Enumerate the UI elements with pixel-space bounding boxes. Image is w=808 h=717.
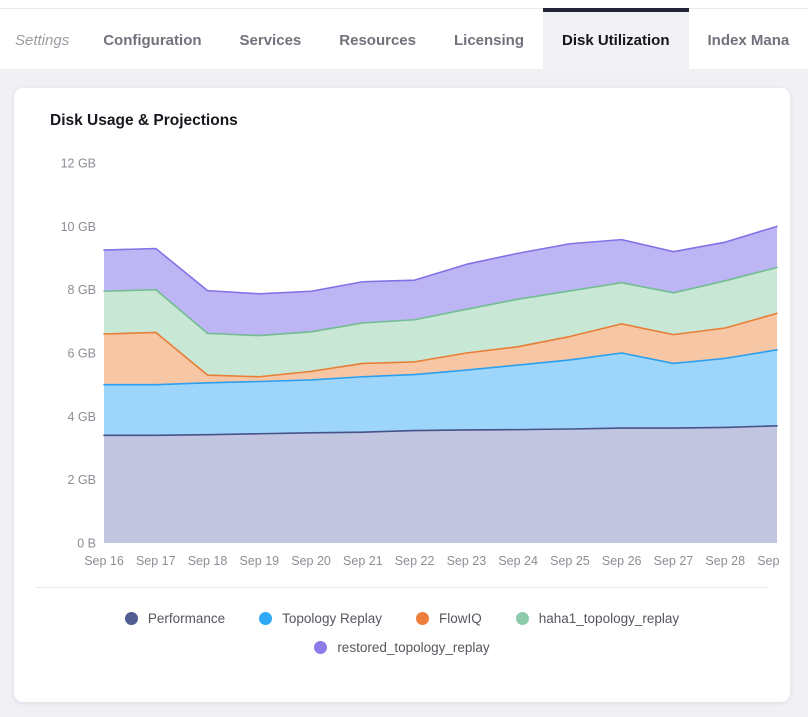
y-axis-tick-label: 4 GB: [68, 410, 97, 424]
area-band-performance: [104, 426, 777, 543]
x-axis-tick-label: Sep 24: [498, 554, 538, 568]
legend-dot-icon: [259, 612, 272, 625]
x-axis-tick-label: Sep 23: [447, 554, 487, 568]
legend-label: Performance: [148, 611, 225, 626]
legend-item-topology-replay[interactable]: Topology Replay: [259, 611, 382, 626]
x-axis-tick-label: Sep 27: [654, 554, 694, 568]
x-axis-tick-label: Sep 29: [757, 554, 780, 568]
x-axis-tick-label: Sep 25: [550, 554, 590, 568]
tab-resources-label: Resources: [339, 32, 416, 49]
y-axis-tick-label: 0 B: [77, 537, 96, 551]
x-axis-tick-label: Sep 26: [602, 554, 642, 568]
x-axis-tick-label: Sep 28: [705, 554, 745, 568]
chart-legend-row-1: Performance Topology Replay FlowIQ haha1_to…: [36, 611, 768, 626]
y-axis-tick-label: 8 GB: [68, 283, 97, 297]
disk-usage-chart: 0 B 2 GB 4 GB 6 GB 8 GB 10 GB 12 GB Sep 16 Sep 1…: [50, 148, 768, 581]
legend-label: restored_topology_replay: [337, 640, 489, 655]
x-axis-tick-label: Sep 20: [291, 554, 331, 568]
y-axis-tick-label: 10 GB: [61, 220, 96, 234]
y-axis-tick-label: 12 GB: [61, 157, 96, 171]
disk-usage-card: Disk Usage & Projections 0 B 2 GB 4 GB 6 GB…: [14, 88, 790, 702]
tab-configuration-label: Configuration: [103, 32, 201, 49]
tab-licensing[interactable]: Licensing: [435, 8, 543, 69]
tab-index-management[interactable]: Index Mana: [689, 8, 808, 69]
legend-item-flowiq[interactable]: FlowIQ: [416, 611, 482, 626]
legend-dot-icon: [416, 612, 429, 625]
legend-dot-icon: [314, 641, 327, 654]
legend-label: haha1_topology_replay: [539, 611, 679, 626]
legend-label: FlowIQ: [439, 611, 482, 626]
tab-configuration[interactable]: Configuration: [84, 8, 220, 69]
tab-settings[interactable]: Settings: [0, 8, 84, 69]
legend-divider: [36, 587, 768, 588]
tab-licensing-label: Licensing: [454, 32, 524, 49]
legend-item-haha1-topology-replay[interactable]: haha1_topology_replay: [516, 611, 679, 626]
x-axis-tick-label: Sep 22: [395, 554, 435, 568]
x-axis-tick-label: Sep 17: [136, 554, 176, 568]
y-axis-tick-label: 2 GB: [68, 473, 97, 487]
tab-index-management-label: Index Mana: [708, 32, 790, 49]
tab-resources[interactable]: Resources: [320, 8, 435, 69]
tab-disk-utilization[interactable]: Disk Utilization: [543, 8, 689, 69]
chart-legend-row-2: restored_topology_replay: [36, 640, 768, 655]
tab-services-label: Services: [240, 32, 302, 49]
legend-dot-icon: [125, 612, 138, 625]
x-axis-tick-label: Sep 16: [84, 554, 124, 568]
tab-bar: Settings Configuration Services Resource…: [0, 0, 808, 69]
card-title: Disk Usage & Projections: [50, 112, 768, 130]
y-axis-tick-label: 6 GB: [68, 347, 97, 361]
stacked-area-chart[interactable]: 0 B 2 GB 4 GB 6 GB 8 GB 10 GB 12 GB Sep 16 Sep 1…: [50, 148, 780, 576]
legend-item-performance[interactable]: Performance: [125, 611, 225, 626]
x-axis-tick-label: Sep 19: [239, 554, 279, 568]
x-axis-tick-label: Sep 18: [188, 554, 228, 568]
legend-dot-icon: [516, 612, 529, 625]
x-axis-tick-label: Sep 21: [343, 554, 383, 568]
tab-disk-utilization-label: Disk Utilization: [562, 32, 670, 49]
tab-services[interactable]: Services: [221, 8, 321, 69]
legend-label: Topology Replay: [282, 611, 382, 626]
legend-item-restored-topology-replay[interactable]: restored_topology_replay: [314, 640, 489, 655]
tab-settings-label: Settings: [15, 32, 69, 49]
